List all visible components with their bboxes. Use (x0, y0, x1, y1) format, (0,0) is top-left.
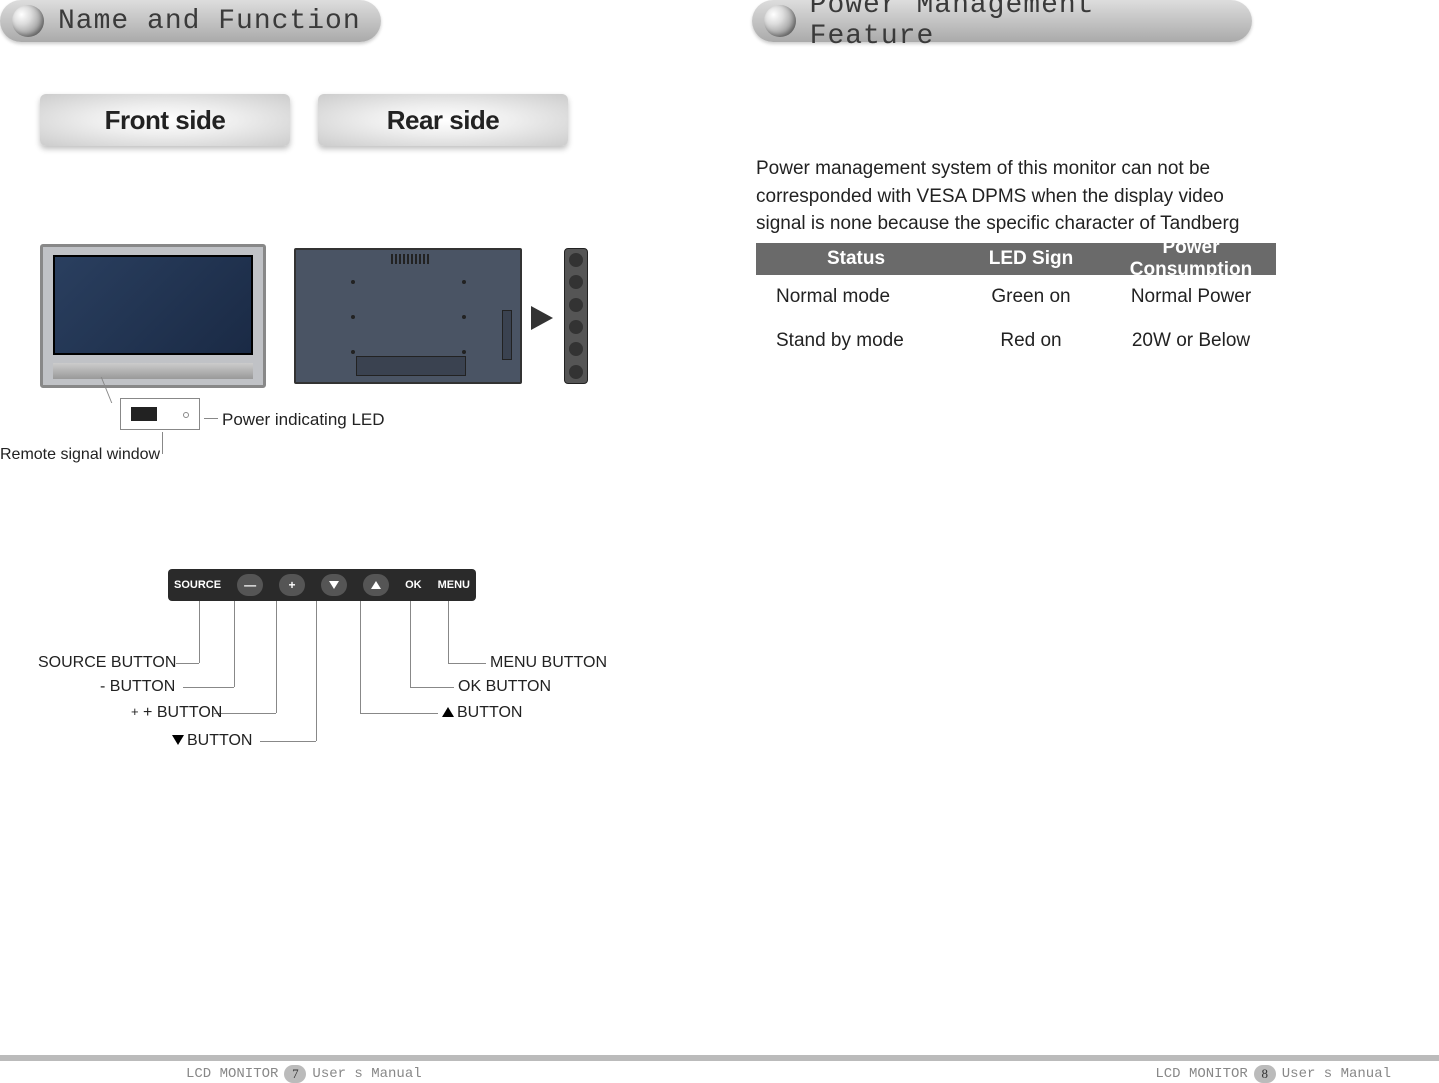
callout-line (162, 432, 163, 454)
source-button-label: SOURCE BUTTON (38, 654, 176, 672)
callout-line (448, 663, 486, 664)
page-number-right: 8 (1254, 1065, 1276, 1083)
footer-right: LCD MONITOR 8 User s Manual (1155, 1065, 1391, 1083)
callout-line (176, 663, 199, 664)
section-header-left: Name and Function (0, 0, 381, 42)
mount-hole-icon (351, 350, 355, 354)
mount-hole-icon (351, 280, 355, 284)
footer-left: LCD MONITOR 7 User s Manual (186, 1065, 422, 1083)
front-detail-callout (120, 398, 200, 430)
triangle-up-icon (442, 707, 454, 717)
footer-suffix: User s Manual (312, 1066, 421, 1082)
vent-icon (391, 254, 431, 264)
tab-front-label: Front side (105, 105, 226, 136)
table-row: Normal mode Green on Normal Power (756, 275, 1276, 319)
menu-button-label: MENU BUTTON (490, 654, 607, 672)
table-header: Status LED Sign Power Consumption (756, 243, 1276, 275)
callout-line (199, 601, 200, 663)
ok-button-label: OK BUTTON (458, 678, 551, 696)
up-button-label: BUTTON (442, 704, 522, 722)
plus-button-label: + + BUTTON (131, 704, 222, 722)
section-title-left: Name and Function (58, 6, 361, 37)
monitor-bezel (53, 363, 253, 379)
power-led-label: Power indicating LED (222, 410, 385, 430)
cell-status: Normal mode (756, 286, 956, 308)
triangle-down-icon (172, 735, 184, 745)
rear-panel (356, 356, 466, 376)
cell-status: Stand by mode (756, 330, 956, 352)
callout-line (410, 687, 454, 688)
down-button (321, 574, 347, 596)
monitor-screen (53, 255, 253, 355)
mount-hole-icon (462, 280, 466, 284)
triangle-down-icon (329, 581, 339, 589)
tab-rear-side: Rear side (318, 94, 568, 146)
side-button-icon (569, 275, 583, 289)
header-led: LED Sign (956, 248, 1106, 270)
minus-button-label: - BUTTON (100, 678, 175, 696)
mount-hole-icon (351, 315, 355, 319)
callout-line (316, 601, 317, 741)
callout-line (214, 713, 276, 714)
mount-hole-icon (462, 350, 466, 354)
tab-rear-label: Rear side (387, 105, 500, 136)
callout-line (276, 601, 277, 713)
arrow-right-icon (531, 306, 553, 330)
callout-line (204, 418, 218, 419)
monitor-rear-illustration (294, 248, 522, 384)
button-bar-illustration: SOURCE — + OK MENU (168, 569, 476, 601)
plus-button: + (279, 574, 305, 596)
minus-button: — (237, 574, 263, 596)
mount-hole-icon (462, 315, 466, 319)
side-button-icon (569, 365, 583, 379)
callout-line (360, 601, 361, 713)
remote-window-label: Remote signal window (0, 446, 160, 464)
up-button (363, 574, 389, 596)
section-header-right: Power Management Feature (752, 0, 1252, 42)
cell-led: Red on (956, 330, 1106, 352)
power-led-icon (183, 412, 189, 418)
bullet-sphere-icon (764, 5, 796, 37)
callout-line (410, 601, 411, 687)
ok-button: OK (405, 579, 422, 591)
header-consumption: Power Consumption (1106, 237, 1276, 281)
rear-side-buttons (502, 310, 512, 360)
footer-separator (0, 1055, 1439, 1061)
footer-prefix: LCD MONITOR (1155, 1066, 1247, 1082)
footer-suffix: User s Manual (1282, 1066, 1391, 1082)
bullet-sphere-icon (12, 5, 44, 37)
page-number-left: 7 (284, 1065, 306, 1083)
callout-line (360, 713, 438, 714)
callout-line (234, 601, 235, 687)
triangle-up-icon (371, 581, 381, 589)
monitor-front-illustration (40, 244, 266, 388)
callout-line (448, 601, 449, 663)
side-button-icon (569, 342, 583, 356)
side-button-cluster (564, 248, 588, 384)
side-button-icon (569, 253, 583, 267)
menu-button: MENU (438, 579, 470, 591)
section-title-right: Power Management Feature (810, 0, 1232, 52)
power-table: Status LED Sign Power Consumption Normal… (756, 243, 1276, 363)
source-button: SOURCE (174, 579, 221, 591)
tab-front-side: Front side (40, 94, 290, 146)
side-button-icon (569, 320, 583, 334)
cell-consumption: 20W or Below (1106, 330, 1276, 352)
callout-line (260, 741, 316, 742)
header-status: Status (756, 248, 956, 270)
cell-led: Green on (956, 286, 1106, 308)
side-button-icon (569, 298, 583, 312)
remote-window-icon (131, 407, 157, 421)
down-button-label: BUTTON (172, 732, 252, 750)
callout-line (183, 687, 234, 688)
table-row: Stand by mode Red on 20W or Below (756, 319, 1276, 363)
footer-prefix: LCD MONITOR (186, 1066, 278, 1082)
cell-consumption: Normal Power (1106, 286, 1276, 308)
